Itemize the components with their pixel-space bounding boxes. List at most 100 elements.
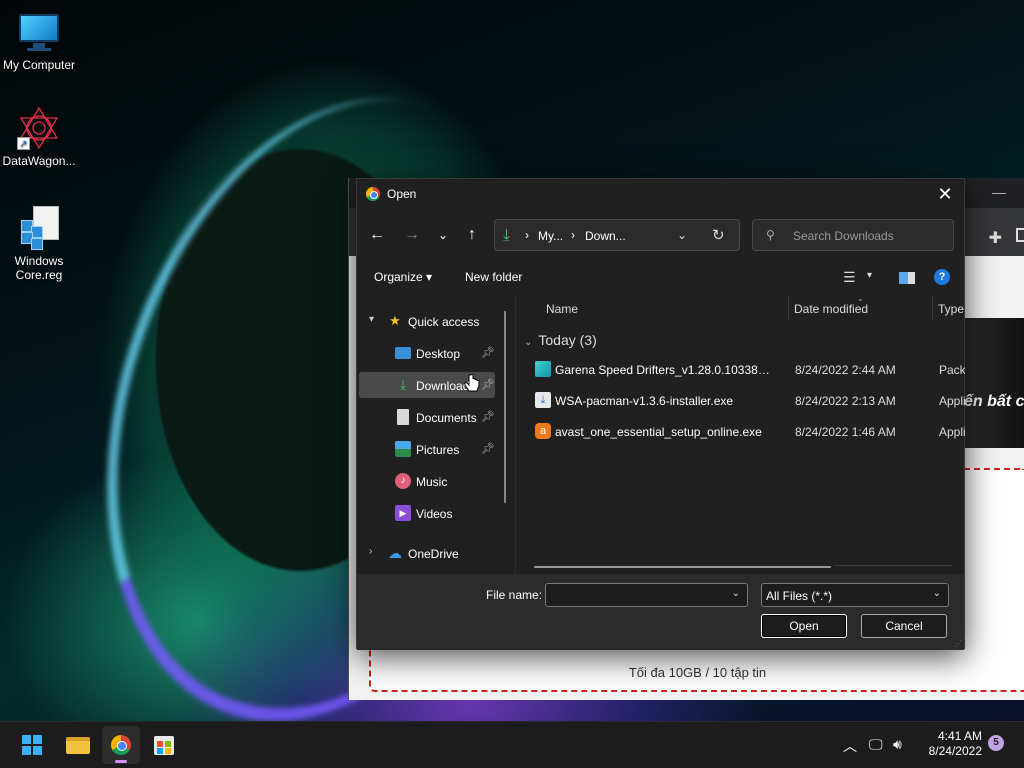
minimize-icon[interactable]: — (992, 184, 1006, 200)
recent-locations-button[interactable]: ⌄ (433, 225, 453, 245)
file-row[interactable]: ⤓ WSA-pacman-v1.3.6-installer.exe 8/24/2… (516, 386, 965, 414)
desktop-folder-icon (395, 347, 411, 359)
active-app-indicator (115, 760, 127, 763)
search-box[interactable]: ⚲ Search Downloads (752, 219, 954, 251)
nav-item-quick-access[interactable]: ▾ ★ Quick access (359, 308, 495, 334)
dialog-title: Open (387, 187, 417, 201)
refresh-icon[interactable]: ↻ (712, 226, 725, 244)
file-type-select[interactable]: All Files (*.*) ⌄ (761, 583, 949, 607)
breadcrumb-separator: › (571, 228, 575, 242)
nav-item-label: Pictures (416, 443, 460, 457)
chevron-down-icon[interactable]: ⌄ (677, 228, 687, 242)
chevron-down-icon: ⌄ (524, 337, 533, 348)
desktop-icon-label: My Computer (2, 58, 76, 72)
navigation-pane: ▾ ★ Quick access Desktop 📌︎ ⤓ Downloads … (357, 294, 515, 574)
network-icon[interactable]: 🖵︎ (869, 736, 883, 753)
installer-file-icon: ⤓ (535, 392, 551, 408)
column-divider[interactable] (932, 296, 933, 320)
breadcrumb-downloads[interactable]: Down... (585, 229, 626, 243)
page-image-caption: ến bất c (964, 393, 1024, 410)
clock-date: 8/24/2022 (928, 744, 982, 758)
file-name-input[interactable]: ⌄ (545, 583, 748, 607)
nav-item-label: Documents (416, 411, 477, 425)
start-icon (22, 735, 42, 755)
hand-cursor-icon (464, 374, 480, 392)
cancel-button[interactable]: Cancel (861, 614, 947, 638)
taskbar-microsoft-store[interactable] (145, 726, 183, 764)
file-row[interactable]: Garena Speed Drifters_v1.28.0.10338_apk.… (516, 355, 965, 383)
nav-item-pictures[interactable]: Pictures 📌︎ (359, 436, 495, 462)
new-folder-button[interactable]: New folder (465, 270, 522, 284)
nav-item-onedrive[interactable]: › ☁ OneDrive (359, 540, 495, 566)
notification-badge[interactable]: 5 (988, 735, 1004, 751)
taskbar-chrome[interactable] (102, 726, 140, 764)
open-file-dialog: Open ✕ ← → ⌄ ↑ ⤓ › My... › Down... ⌄ ↻ ⚲… (356, 178, 965, 650)
chevron-down-icon[interactable]: ▾ (867, 270, 872, 281)
group-header-today[interactable]: ⌄ Today (3) (524, 332, 597, 348)
file-list: Name ⌄ Date modified Type ⌄ Today (3) Gar… (516, 294, 965, 574)
address-bar[interactable]: ⤓ › My... › Down... ⌄ ↻ (494, 219, 740, 251)
nav-item-desktop[interactable]: Desktop 📌︎ (359, 340, 495, 366)
file-row[interactable]: a avast_one_essential_setup_online.exe 8… (516, 417, 965, 445)
file-type: Appli (939, 394, 965, 408)
close-button[interactable]: ✕ (932, 182, 958, 206)
clock-time: 4:41 AM (937, 729, 982, 743)
clock[interactable]: 4:41 AM 8/24/2022 (918, 729, 982, 759)
file-type: Packa (939, 363, 965, 377)
preview-pane-icon[interactable] (899, 272, 915, 284)
nav-item-documents[interactable]: Documents 📌︎ (359, 404, 495, 430)
package-file-icon (535, 361, 551, 377)
chevron-down-icon[interactable]: ▾ (369, 314, 374, 325)
help-icon[interactable]: ? (934, 269, 950, 285)
nav-item-videos[interactable]: ▶ Videos (359, 500, 495, 526)
organize-button[interactable]: Organize ▾ (374, 270, 432, 284)
extensions-icon[interactable]: ✚ (989, 228, 1002, 248)
pictures-folder-icon (395, 441, 411, 457)
back-button[interactable]: ← (367, 225, 387, 245)
column-header-name[interactable]: Name (546, 302, 578, 316)
open-button[interactable]: Open (761, 614, 847, 638)
command-bar: Organize ▾ New folder ☰ ▾ ? (357, 261, 964, 293)
downloads-folder-icon: ⤓ (400, 377, 406, 392)
desktop-icon-label: DataWagon... (2, 154, 76, 168)
microsoft-store-icon (154, 736, 174, 755)
onedrive-icon: ☁ (388, 545, 402, 561)
horizontal-scrollbar[interactable] (534, 566, 831, 568)
view-options-icon[interactable]: ☰ (843, 269, 856, 286)
file-explorer-icon (66, 737, 90, 754)
column-divider[interactable] (788, 296, 789, 320)
forward-button[interactable]: → (402, 225, 422, 245)
search-placeholder: Search Downloads (793, 229, 894, 243)
dialog-footer: File name: ⌄ All Files (*.*) ⌄ Open Canc… (357, 574, 964, 650)
nav-item-music[interactable]: ♪ Music (359, 468, 495, 494)
breadcrumb-this-pc[interactable]: My... (538, 229, 563, 243)
sidebar-toggle-icon[interactable] (1016, 228, 1024, 242)
column-header-date-modified[interactable]: Date modified (794, 302, 868, 316)
taskbar-file-explorer[interactable] (58, 726, 96, 764)
resize-grip-icon[interactable]: ⋰ (954, 639, 962, 648)
desktop-icon-windows-core-reg[interactable]: Windows Core.reg (0, 206, 78, 282)
pin-icon: 📌︎ (481, 443, 495, 455)
desktop-icon-my-computer[interactable]: My Computer (0, 10, 78, 72)
videos-folder-icon: ▶ (395, 505, 411, 521)
nav-item-label: Desktop (416, 347, 461, 361)
chevron-down-icon[interactable]: ⌄ (732, 588, 740, 599)
my-computer-icon (17, 10, 61, 54)
desktop-icon-label: Windows Core.reg (14, 254, 64, 282)
show-hidden-icons-icon[interactable]: ︿ (843, 736, 857, 756)
file-name: Garena Speed Drifters_v1.28.0.10338_apk.… (555, 363, 775, 377)
column-header-type[interactable]: Type (938, 302, 964, 316)
file-type: Appli (939, 425, 965, 439)
pin-icon: 📌︎ (481, 379, 495, 391)
nav-item-label: Music (416, 475, 448, 489)
navigation-scrollbar[interactable] (504, 311, 506, 503)
chrome-icon (111, 735, 131, 755)
nav-item-label: Videos (416, 507, 453, 521)
volume-icon[interactable]: 🔊︎ (893, 736, 902, 753)
up-button[interactable]: ↑ (462, 225, 482, 245)
desktop-icon-datawagon[interactable]: ↗ DataWagon... (0, 106, 78, 168)
datawagon-shortcut-icon: ↗ (17, 106, 61, 150)
start-button[interactable] (13, 726, 51, 764)
chrome-icon (366, 187, 380, 201)
chevron-right-icon[interactable]: › (369, 546, 372, 557)
